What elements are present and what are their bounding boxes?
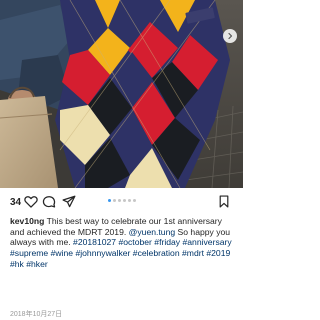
post-action-bar: 34 [0,188,243,213]
carousel-dot [112,199,116,202]
carousel-dot [132,199,136,202]
caption-username[interactable]: kev10ng [10,216,44,226]
post-caption: kev10ng This best way to celebrate our 1… [10,216,236,270]
carousel-dot [122,199,126,202]
hashtag[interactable]: #hk [10,259,24,269]
hashtag[interactable]: #johnnywalker [75,248,130,258]
hashtag[interactable]: #anniversary [182,237,231,247]
hashtag[interactable]: #2019 [206,248,230,258]
hashtag[interactable]: #20181027 [73,237,116,247]
chevron-right-icon [228,32,233,40]
caption-mention[interactable]: @yuen.tung [129,227,175,237]
bookmark-icon[interactable] [218,195,230,208]
carousel-dot [127,199,131,202]
hashtag[interactable]: #friday [154,237,180,247]
post-photo[interactable] [0,0,243,188]
hashtag[interactable]: #wine [51,248,73,258]
carousel-indicator [0,199,243,202]
post-date: 2018年10月27日 [10,311,63,318]
argyle-sweater-photo [0,0,243,188]
hashtag[interactable]: #mdrt [182,248,204,258]
carousel-dot [107,199,111,202]
carousel-next-button[interactable] [223,29,237,43]
hashtag[interactable]: #celebration [133,248,180,258]
hashtag[interactable]: #supreme [10,248,48,258]
hashtag[interactable]: #october [118,237,151,247]
hashtag[interactable]: #hker [26,259,48,269]
carousel-dot [117,199,121,202]
